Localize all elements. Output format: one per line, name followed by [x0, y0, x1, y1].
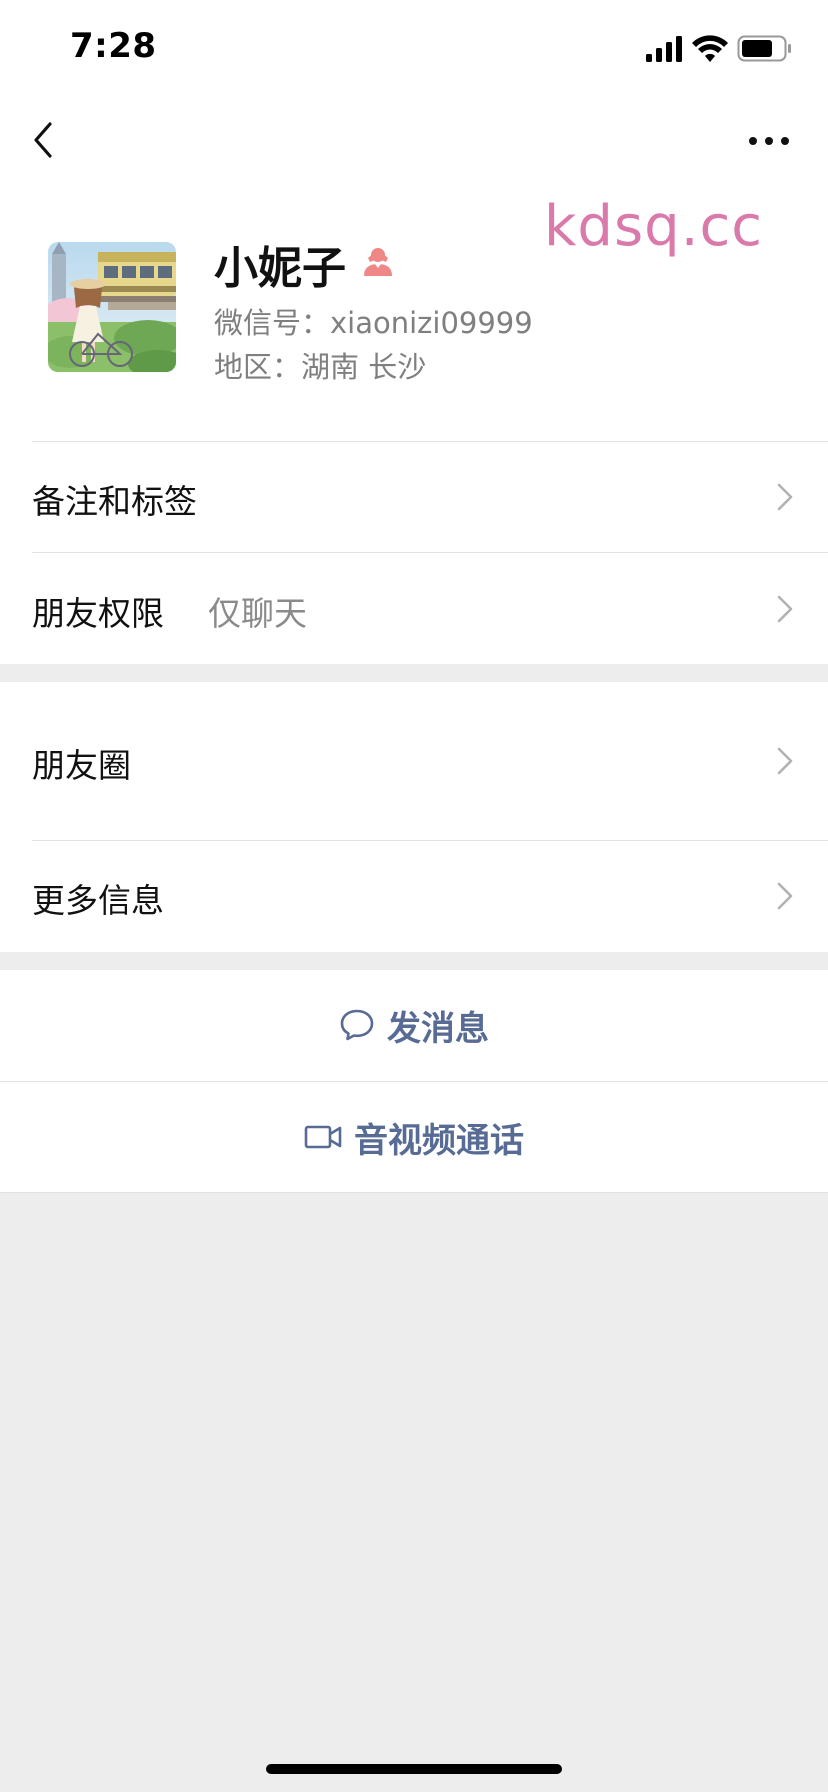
- row-label: 备注和标签: [32, 482, 197, 521]
- home-indicator: [266, 1764, 562, 1774]
- chevron-right-icon: [776, 482, 794, 512]
- wechat-id: 微信号：xiaonizi09999: [214, 306, 533, 340]
- more-info-row[interactable]: 更多信息: [0, 841, 828, 952]
- row-label: 更多信息: [32, 881, 164, 920]
- send-message-label: 发消息: [387, 1008, 489, 1049]
- chat-bubble-icon: [339, 1008, 375, 1042]
- remark-and-tags-row[interactable]: 备注和标签: [0, 442, 828, 552]
- video-camera-icon: [304, 1124, 342, 1150]
- region: 地区：湖南 长沙: [214, 350, 427, 384]
- more-dots-icon: [749, 137, 789, 145]
- video-call-label: 音视频通话: [354, 1120, 524, 1161]
- status-time: 7:28: [70, 26, 157, 66]
- battery-icon: [737, 35, 791, 62]
- video-call-button[interactable]: 音视频通话: [0, 1082, 828, 1192]
- chevron-right-icon: [776, 594, 794, 624]
- chevron-left-icon: [34, 122, 52, 158]
- send-message-button[interactable]: 发消息: [0, 970, 828, 1080]
- status-icons: [646, 34, 796, 64]
- row-label: 朋友权限: [32, 594, 164, 633]
- divider: [0, 1192, 828, 1193]
- back-button[interactable]: [28, 118, 68, 162]
- chevron-right-icon: [776, 746, 794, 776]
- more-button[interactable]: [746, 132, 792, 150]
- moments-row[interactable]: 朋友圈: [0, 682, 828, 840]
- contact-name: 小妮子: [214, 243, 346, 294]
- signal-icon: [646, 36, 682, 62]
- female-user-icon: [362, 246, 394, 276]
- chevron-right-icon: [776, 881, 794, 911]
- row-label: 朋友圈: [32, 746, 131, 785]
- avatar[interactable]: [48, 242, 176, 372]
- friend-permission-row[interactable]: 朋友权限 仅聊天: [0, 553, 828, 664]
- permission-value: 仅聊天: [208, 594, 307, 633]
- wifi-icon: [692, 35, 728, 62]
- watermark: kdsq.cc: [544, 194, 764, 259]
